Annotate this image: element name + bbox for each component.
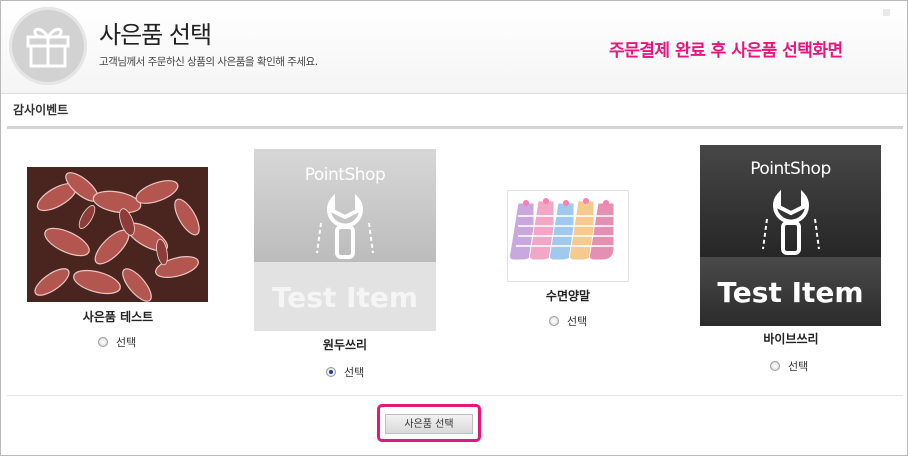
gift-image-test-item-dark: PointShop Test Item [700, 145, 881, 326]
gift-image-test-item: PointShop Test Item [254, 149, 436, 331]
page-subtitle: 고객님께서 주문하신 상품의 사은품을 확인해 주세요. [99, 56, 318, 68]
radio-label: 선택 [567, 315, 588, 328]
page-header: 사은품 선택 고객님께서 주문하신 상품의 사은품을 확인해 주세요. 주문결제… [1, 1, 907, 94]
radio-label: 선택 [344, 366, 365, 379]
pointshop-logo: PointShop [304, 165, 386, 185]
gift-item-name: 사은품 테스트 [82, 310, 154, 324]
footer-divider [7, 395, 903, 396]
pointshop-logo: PointShop [750, 159, 831, 179]
gift-item-4: PointShop Test Item 바이브쓰리 선택 [695, 141, 887, 375]
corner-marker [883, 9, 890, 16]
radio-button[interactable] [98, 337, 108, 347]
submit-highlight-box: 사은품 선택 [377, 404, 481, 442]
gift-item-name: 원두쓰리 [322, 338, 368, 352]
section-title: 감사이벤트 [13, 103, 69, 117]
screen-annotation: 주문결제 완료 후 사은품 선택화면 [609, 41, 843, 61]
gift-item-1: 사은품 테스트 선택 [21, 161, 215, 361]
wrench-icon [762, 189, 820, 255]
gift-icon [9, 7, 87, 85]
radio-label: 선택 [116, 336, 137, 349]
radio-label: 선택 [788, 360, 809, 373]
gift-radio-option[interactable]: 선택 [98, 334, 136, 350]
test-item-overlay: Test Item [271, 281, 419, 314]
radio-button-checked[interactable] [326, 367, 336, 377]
gift-radio-option[interactable]: 선택 [326, 364, 364, 380]
wrench-icon [316, 193, 374, 259]
test-item-overlay: Test Item [717, 276, 864, 309]
gift-item-name: 수면양말 [545, 289, 591, 303]
gift-image-socks [507, 190, 629, 282]
gift-item-name: 바이브쓰리 [763, 332, 819, 346]
radio-button[interactable] [549, 316, 559, 326]
gift-selection-window: 사은품 선택 고객님께서 주문하신 상품의 사은품을 확인해 주세요. 주문결제… [0, 0, 908, 456]
section-divider [7, 126, 903, 129]
gift-radio-option[interactable]: 선택 [770, 358, 808, 374]
select-gift-button[interactable]: 사은품 선택 [385, 414, 473, 434]
gift-radio-option[interactable]: 선택 [549, 313, 587, 329]
gift-image-leaves [27, 167, 208, 302]
gift-item-3: 수면양말 선택 [504, 187, 632, 332]
gift-item-2: PointShop Test Item 원두쓰리 선택 [249, 145, 441, 383]
page-title: 사은품 선택 [99, 21, 212, 49]
radio-button[interactable] [770, 361, 780, 371]
